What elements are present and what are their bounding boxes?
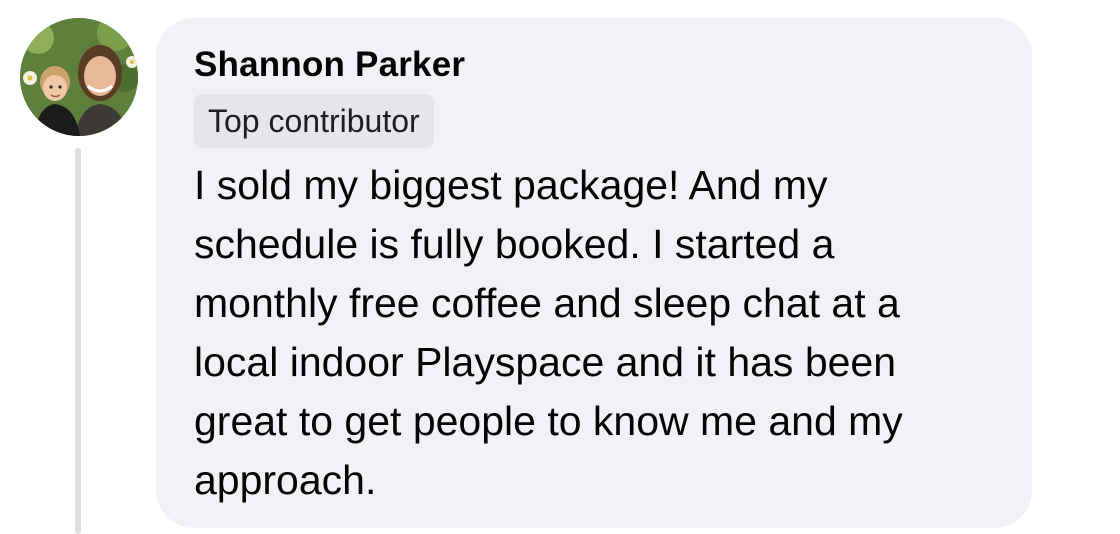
comment-text-line: schedule is fully booked. I started a [194, 221, 835, 267]
avatar-photo [20, 18, 138, 136]
comment-bubble: Shannon Parker Top contributor I sold my… [156, 18, 1032, 528]
comment-text-line: great to get people to know me and my [194, 398, 903, 444]
comment-text-line: monthly free coffee and sleep chat at a [194, 280, 900, 326]
thread-line [75, 148, 81, 534]
author-name[interactable]: Shannon Parker [194, 44, 1004, 86]
comment-text-line: local indoor Playspace and it has been [194, 339, 897, 385]
comment-text-line: approach. [194, 457, 377, 503]
author-avatar[interactable] [20, 18, 138, 136]
top-contributor-badge[interactable]: Top contributor [194, 94, 434, 148]
comment-text-line: I sold my biggest package! And my [194, 162, 828, 208]
comment-text: I sold my biggest package! And my schedu… [194, 156, 1014, 510]
